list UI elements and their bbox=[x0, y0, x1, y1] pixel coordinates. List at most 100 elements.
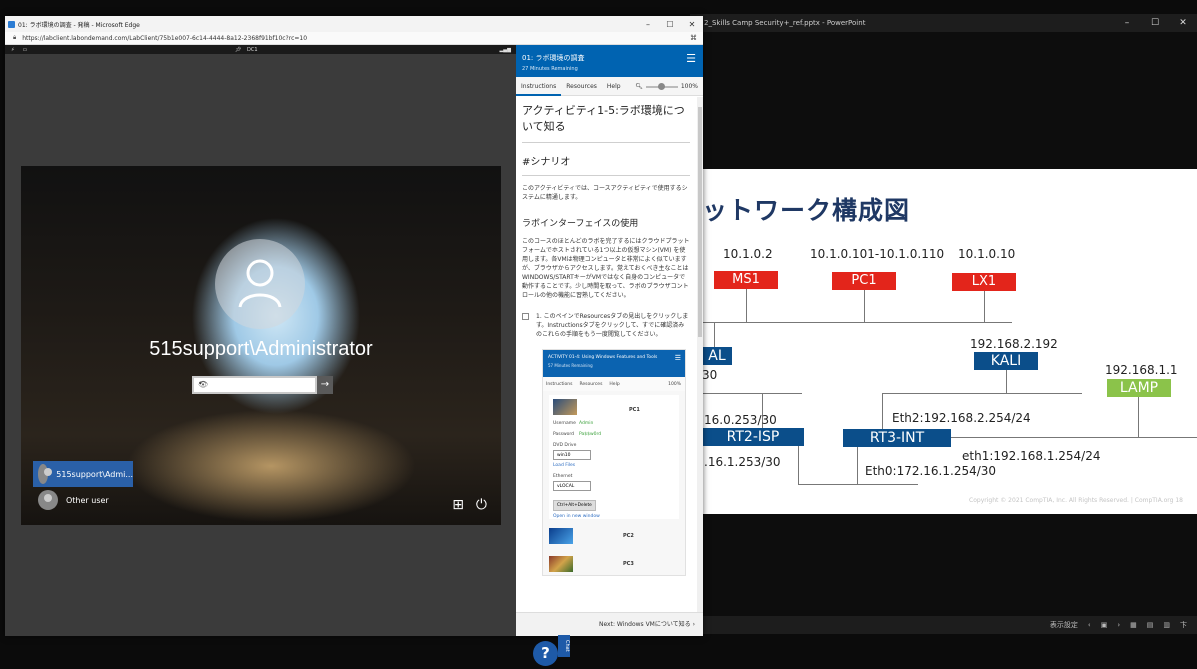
account-avatar-icon bbox=[38, 490, 58, 510]
edge-minimize-button[interactable]: – bbox=[637, 20, 659, 29]
edge-window: 01: ラボ環境の調査 - 発稿 - Microsoft Edge – ☐ ✕ … bbox=[5, 16, 703, 636]
address-bar[interactable]: 🔒︎ https://labclient.labondemand.com/Lab… bbox=[5, 32, 703, 45]
eth0-label: Eth0:172.16.1.254/30 bbox=[865, 464, 997, 478]
url-text[interactable]: https://labclient.labondemand.com/LabCli… bbox=[22, 35, 690, 42]
password-input[interactable]: • 👁︎ bbox=[192, 376, 317, 394]
embedded-title: ACTIVITY 01-4: Using Windows Features an… bbox=[548, 355, 658, 360]
ip-pc1: 10.1.0.101-10.1.0.110 bbox=[810, 247, 945, 261]
account-label: Other user bbox=[66, 495, 109, 505]
pane-scrollbar[interactable] bbox=[697, 97, 703, 612]
lock-screen-icons: ⊞ ⏻ bbox=[452, 497, 487, 513]
chat-tab[interactable]: Chat bbox=[558, 635, 570, 657]
powerpoint-title-bar: 2_Skills Camp Security+_ref.pptx - Power… bbox=[690, 14, 1197, 32]
link-line bbox=[702, 393, 802, 394]
status-slideshow[interactable]: 卞 bbox=[1180, 616, 1187, 634]
kali-ip: 192.168.2.192 bbox=[970, 337, 1058, 351]
divider bbox=[522, 142, 690, 143]
vm-display[interactable]: ⚡ ▭ 📌︎ DC1 ▂▄▆ 515support\Administrator … bbox=[5, 45, 516, 636]
node-lamp: LAMP bbox=[1107, 379, 1171, 397]
next-link[interactable]: Next: Windows VMについて知る › bbox=[516, 612, 703, 636]
node-rt2-isp: RT2-ISP bbox=[702, 428, 804, 446]
login-user-name: 515support\Administrator bbox=[149, 338, 373, 360]
node-rt3-int: RT3-INT bbox=[843, 429, 951, 447]
node-lx1: LX1 bbox=[952, 273, 1016, 291]
scenario-heading: #シナリオ bbox=[522, 157, 571, 168]
step-1-text: 1. このペインでResourcesタブの見出しをクリックします。Instruc… bbox=[536, 313, 689, 338]
embedded-tabs: Instructions Resources Help 100% bbox=[543, 377, 685, 391]
lock-icon: 🔒︎ bbox=[13, 34, 17, 41]
powerpoint-window-controls: – ☐ ✕ bbox=[1113, 14, 1197, 32]
step-1-checkbox[interactable] bbox=[522, 313, 529, 320]
link-line bbox=[857, 447, 858, 484]
account-admin[interactable]: 515support\Admi... bbox=[33, 461, 133, 487]
tab-instructions[interactable]: Instructions bbox=[516, 77, 562, 96]
pane-header: 01: ラボ環境の調査 27 Minutes Remaining ☰ bbox=[516, 45, 703, 77]
embedded-tab-help: Help bbox=[609, 381, 620, 387]
tab-help[interactable]: Help bbox=[602, 77, 626, 96]
desktop: 2_Skills Camp Security+_ref.pptx - Power… bbox=[0, 0, 1197, 669]
pane-tabs: Instructions Resources Help 🔍︎ 100% bbox=[516, 77, 703, 96]
link-line bbox=[1006, 370, 1007, 393]
zoom-value: 100% bbox=[680, 83, 698, 90]
node-pc1: PC1 bbox=[832, 272, 896, 290]
close-button[interactable]: ✕ bbox=[1169, 14, 1197, 32]
zoom-slider[interactable] bbox=[645, 82, 678, 90]
next-link-text[interactable]: Next: Windows VMについて知る bbox=[599, 621, 691, 628]
vm-thumbnail bbox=[549, 556, 573, 572]
submit-arrow-button[interactable]: → bbox=[317, 376, 333, 394]
al-subnet: 30 bbox=[702, 368, 718, 382]
link-line bbox=[798, 484, 918, 485]
zoom-search-icon[interactable]: 🔍︎ bbox=[635, 77, 643, 96]
taskbar-area bbox=[0, 636, 1197, 669]
status-prev[interactable]: ‹ bbox=[1088, 616, 1091, 634]
hamburger-menu-icon[interactable]: ☰ bbox=[686, 52, 696, 65]
vm-thumbnail bbox=[549, 528, 573, 544]
step-1: 1. このペインでResourcesタブの見出しをクリックします。Instruc… bbox=[522, 312, 690, 339]
account-other-user[interactable]: Other user bbox=[33, 487, 133, 513]
embedded-username: Username Admin bbox=[553, 421, 594, 426]
slide[interactable]: ットワーク構成図 10.1.0.2 10.1.0.101-10.1.0.110 … bbox=[702, 169, 1197, 514]
chevron-right-icon: › bbox=[692, 621, 695, 628]
account-avatar-icon bbox=[38, 464, 53, 484]
edge-close-button[interactable]: ✕ bbox=[681, 20, 703, 29]
link-line bbox=[746, 289, 747, 322]
status-sorter-view[interactable]: ▤ bbox=[1147, 616, 1154, 634]
link-line bbox=[882, 393, 1082, 394]
status-normal-view[interactable]: ▦ bbox=[1130, 616, 1137, 634]
link-line bbox=[864, 290, 865, 322]
ip-lx1: 10.1.0.10 bbox=[958, 247, 1016, 261]
power-options-icon[interactable]: ⏻ bbox=[476, 497, 487, 513]
time-remaining: 27 Minutes Remaining bbox=[522, 66, 578, 72]
pin-icon[interactable]: 📌︎ bbox=[235, 47, 241, 53]
link-line bbox=[951, 437, 1197, 438]
status-next[interactable]: › bbox=[1117, 616, 1120, 634]
power-icon[interactable]: ⚡ bbox=[11, 47, 15, 53]
maximize-button[interactable]: ☐ bbox=[1141, 14, 1169, 32]
reveal-password-icon[interactable]: 👁︎ bbox=[198, 380, 309, 389]
embedded-load-files: Load Files bbox=[553, 463, 576, 468]
lamp-ip: 192.168.1.1 bbox=[1105, 363, 1178, 377]
vm-machine-name: DC1 bbox=[247, 46, 258, 53]
windows-lock-screen[interactable]: 515support\Administrator • 👁︎ → I 515sup… bbox=[21, 166, 501, 525]
embedded-vm-pc1: PC1 Username Admin Password Pa$$w0rd DVD D… bbox=[549, 395, 679, 519]
embedded-pc2-name: PC2 bbox=[623, 533, 634, 539]
help-button[interactable]: ? bbox=[533, 641, 558, 666]
status-display-settings[interactable]: 表示設定 bbox=[1050, 616, 1078, 634]
network-icon[interactable]: ⊞ bbox=[452, 497, 464, 513]
minimize-button[interactable]: – bbox=[1113, 14, 1141, 32]
tab-resources[interactable]: Resources bbox=[561, 77, 602, 96]
embedded-password: Password Pa$$w0rd bbox=[553, 432, 602, 437]
status-view[interactable]: ▣ bbox=[1101, 616, 1108, 634]
signal-icon: ▂▄▆ bbox=[499, 46, 511, 53]
embedded-menu-icon: ☰ bbox=[674, 354, 681, 362]
edge-maximize-button[interactable]: ☐ bbox=[659, 20, 681, 29]
embedded-cad-button: Ctrl+Alt+Delete bbox=[553, 500, 596, 511]
monitor-icon[interactable]: ▭ bbox=[23, 47, 28, 53]
interface-text: このコースのほとんどのラボを完了するにはクラウドプラットフォームでホストされてい… bbox=[522, 238, 690, 299]
account-label: 515support\Admi... bbox=[56, 469, 133, 479]
slide-title: ットワーク構成図 bbox=[702, 196, 911, 225]
interface-heading: ラボインターフェイスの使用 bbox=[522, 219, 639, 229]
extensions-icon[interactable]: ⌘ bbox=[690, 34, 697, 42]
status-reading-view[interactable]: ▥ bbox=[1163, 616, 1170, 634]
node-ms1: MS1 bbox=[714, 271, 778, 289]
